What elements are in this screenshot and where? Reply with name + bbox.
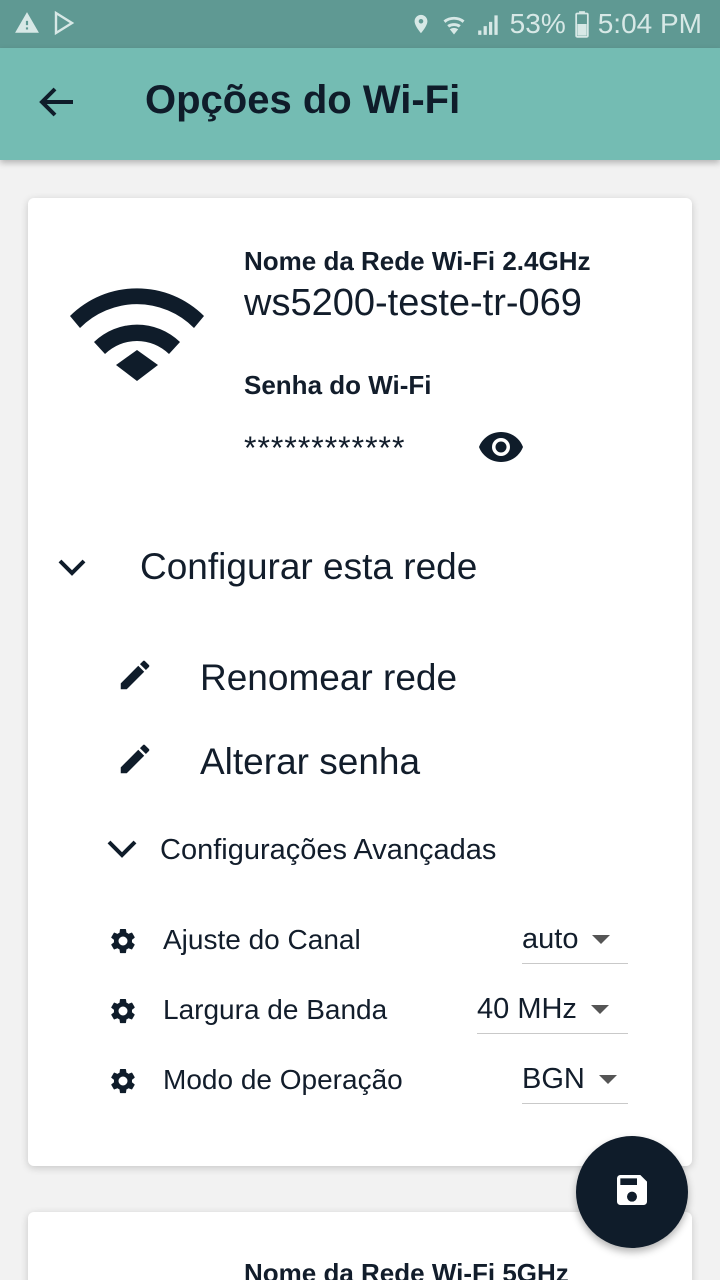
gear-icon — [108, 1066, 138, 1101]
battery-percent: 53% — [509, 8, 566, 39]
setting-operation-mode: Modo de Operação BGN — [108, 1056, 628, 1106]
dropdown-arrow-icon — [592, 935, 611, 944]
location-icon — [410, 10, 432, 38]
wifi-status-icon — [440, 10, 468, 38]
chevron-down-icon — [106, 838, 138, 863]
configure-network-label: Configurar esta rede — [140, 546, 478, 587]
back-button[interactable] — [30, 82, 82, 126]
warning-icon — [14, 10, 40, 36]
password-value: ************ — [244, 430, 406, 466]
operation-mode-value: BGN — [522, 1063, 585, 1095]
operation-mode-dropdown[interactable]: BGN — [522, 1056, 628, 1104]
channel-dropdown[interactable]: auto — [522, 916, 628, 964]
channel-value: auto — [522, 923, 579, 955]
save-icon — [612, 1170, 652, 1215]
app-bar: Opções do Wi-Fi — [0, 48, 720, 160]
operation-mode-label: Modo de Operação — [163, 1064, 403, 1095]
save-button[interactable] — [576, 1136, 688, 1248]
eye-icon — [478, 431, 524, 468]
advanced-settings-label: Configurações Avançadas — [160, 834, 497, 866]
status-bar: 53% 5:04 PM — [0, 0, 720, 48]
network-name-label: Nome da Rede Wi-Fi 2.4GHz — [244, 246, 591, 276]
bandwidth-value: 40 MHz — [477, 993, 577, 1025]
change-password-label: Alterar senha — [200, 740, 421, 782]
pencil-icon — [116, 740, 154, 783]
bandwidth-dropdown[interactable]: 40 MHz — [477, 986, 628, 1034]
network-name-value: ws5200-teste-tr-069 — [244, 282, 582, 324]
setting-channel: Ajuste do Canal auto — [108, 916, 628, 966]
status-time: 5:04 PM — [597, 8, 702, 39]
configure-network-toggle[interactable]: Configurar esta rede — [52, 546, 477, 588]
chevron-down-icon — [52, 557, 92, 577]
change-password-button[interactable]: Alterar senha — [116, 740, 420, 783]
wifi-icon — [70, 288, 204, 389]
rename-network-button[interactable]: Renomear rede — [116, 656, 457, 699]
setting-bandwidth: Largura de Banda 40 MHz — [108, 986, 628, 1036]
advanced-settings-toggle[interactable]: Configurações Avançadas — [106, 834, 496, 867]
gear-icon — [108, 996, 138, 1031]
channel-label: Ajuste do Canal — [163, 924, 361, 955]
bandwidth-label: Largura de Banda — [163, 994, 388, 1025]
gear-icon — [108, 926, 138, 961]
arrow-back-icon — [37, 85, 75, 124]
network-name-label-5ghz: Nome da Rede Wi-Fi 5GHz — [244, 1258, 569, 1280]
dropdown-arrow-icon — [598, 1075, 617, 1084]
rename-network-label: Renomear rede — [200, 656, 458, 698]
network-card-24ghz: Nome da Rede Wi-Fi 2.4GHz ws5200-teste-t… — [28, 198, 692, 1166]
battery-icon — [574, 10, 590, 38]
show-password-button[interactable] — [476, 430, 526, 468]
play-store-icon — [52, 10, 76, 36]
signal-icon — [476, 10, 502, 38]
page-title: Opções do Wi-Fi — [145, 78, 461, 122]
password-label: Senha do Wi-Fi — [244, 370, 432, 400]
pencil-icon — [116, 656, 154, 699]
dropdown-arrow-icon — [590, 1005, 609, 1014]
